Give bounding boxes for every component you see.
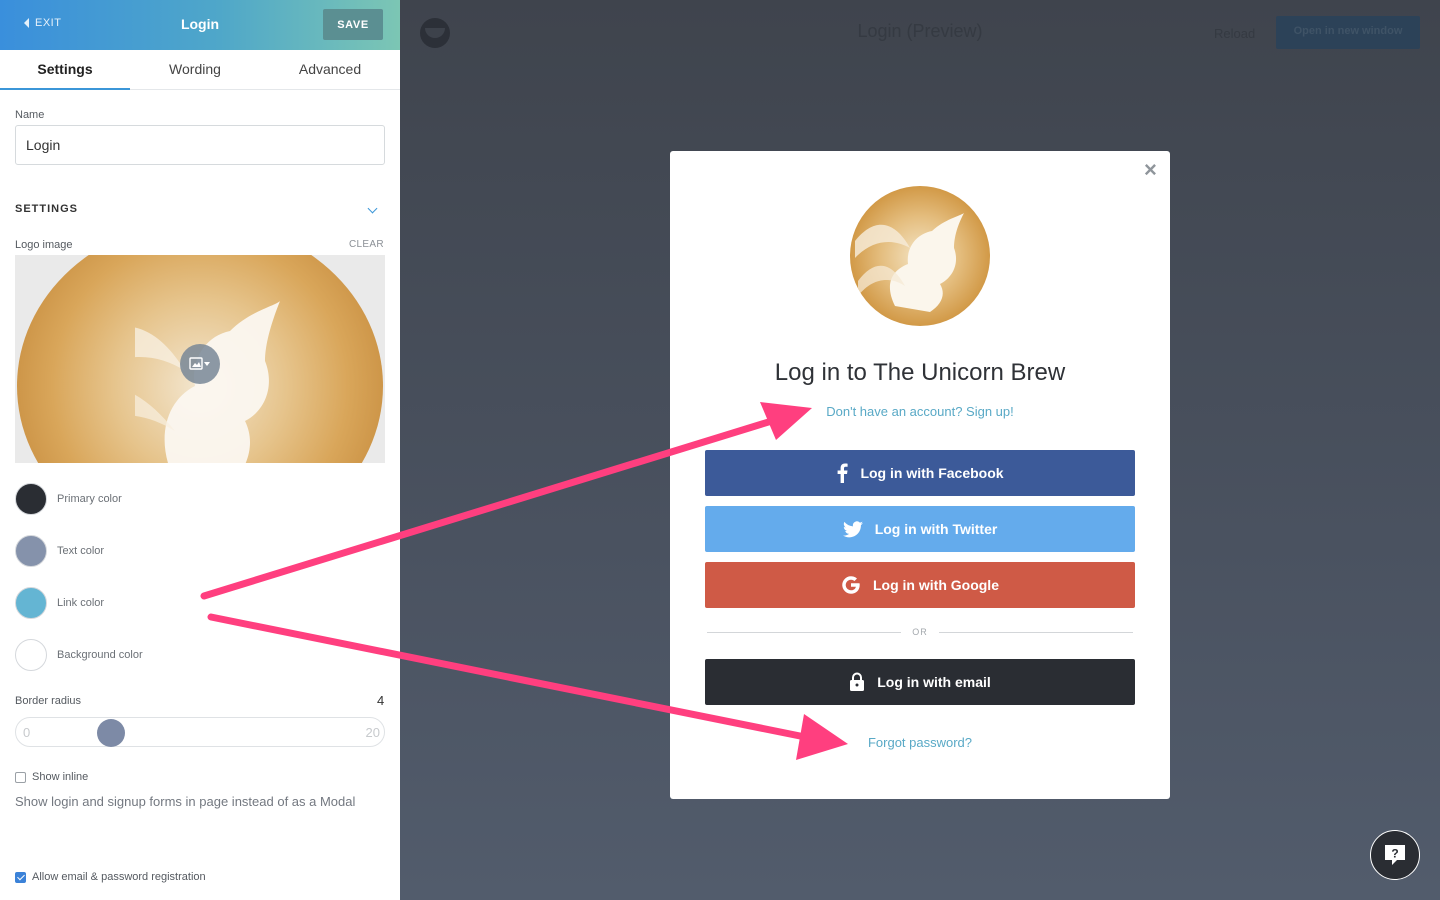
link-color-label: Link color xyxy=(57,597,105,609)
slider-min: 0 xyxy=(23,725,31,740)
image-picker-button[interactable] xyxy=(180,344,220,384)
chevron-down-icon[interactable] xyxy=(367,203,378,214)
text-color-swatch xyxy=(15,535,47,567)
google-login-button[interactable]: Log in with Google xyxy=(705,562,1135,608)
facebook-login-button[interactable]: Log in with Facebook xyxy=(705,450,1135,496)
border-radius-label: Border radius xyxy=(15,695,82,707)
name-input[interactable]: Login xyxy=(15,125,385,165)
image-icon xyxy=(189,357,210,370)
unicorn-latte-art xyxy=(855,213,964,312)
allow-email-option[interactable]: Allow email & password registration xyxy=(15,871,206,883)
twitter-icon xyxy=(842,520,863,537)
svg-text:?: ? xyxy=(1391,847,1398,861)
editor-topbar: EXIT Login SAVE xyxy=(0,0,400,50)
login-modal: × Log in to The Unicorn Brew Don't have … xyxy=(670,151,1170,799)
name-label: Name xyxy=(15,109,45,121)
facebook-login-label: Log in with Facebook xyxy=(860,465,1004,481)
email-login-button[interactable]: Log in with email xyxy=(705,659,1135,705)
background-color-label: Background color xyxy=(57,649,143,661)
show-inline-help: Show login and signup forms in page inst… xyxy=(15,794,356,809)
help-chat-button[interactable]: ? xyxy=(1370,830,1420,880)
close-icon[interactable]: × xyxy=(1144,157,1157,183)
background-color-swatch xyxy=(15,639,47,671)
open-new-window-button[interactable]: Open in new window xyxy=(1276,16,1420,49)
tab-advanced[interactable]: Advanced xyxy=(260,50,400,90)
help-chat-icon: ? xyxy=(1385,845,1405,865)
brand-logo xyxy=(850,186,990,326)
modal-heading: Log in to The Unicorn Brew xyxy=(774,359,1066,386)
preview-area: Login (Preview) Reload Open in new windo… xyxy=(400,0,1440,900)
google-login-label: Log in with Google xyxy=(873,577,999,593)
primary-color-picker[interactable]: Primary color xyxy=(15,483,122,515)
primary-color-swatch xyxy=(15,483,47,515)
or-divider: OR xyxy=(705,625,1135,639)
tab-wording[interactable]: Wording xyxy=(130,50,260,90)
signup-link[interactable]: Don't have an account? Sign up! xyxy=(670,404,1170,419)
link-color-picker[interactable]: Link color xyxy=(15,587,104,619)
editor-panel: EXIT Login SAVE Settings Wording Advance… xyxy=(0,0,400,900)
primary-color-label: Primary color xyxy=(57,493,122,505)
tab-settings[interactable]: Settings xyxy=(0,50,130,90)
email-login-label: Log in with email xyxy=(877,674,991,690)
or-label: OR xyxy=(912,627,928,637)
forgot-password-link[interactable]: Forgot password? xyxy=(670,735,1170,750)
text-color-picker[interactable]: Text color xyxy=(15,535,104,567)
show-inline-checkbox[interactable] xyxy=(15,771,26,783)
clear-logo-link[interactable]: CLEAR xyxy=(349,239,384,250)
show-inline-label: Show inline xyxy=(32,771,89,783)
google-icon xyxy=(842,576,860,594)
allow-email-label: Allow email & password registration xyxy=(32,871,206,883)
border-radius-slider[interactable]: 0 20 xyxy=(15,717,385,747)
show-inline-option[interactable]: Show inline xyxy=(15,771,88,783)
border-radius-value: 4 xyxy=(377,693,385,708)
link-color-swatch xyxy=(15,587,47,619)
text-color-label: Text color xyxy=(57,545,105,557)
slider-max: 20 xyxy=(365,725,380,740)
twitter-login-label: Log in with Twitter xyxy=(874,521,998,537)
logo-image-label: Logo image xyxy=(15,239,73,251)
save-button[interactable]: SAVE xyxy=(323,9,383,40)
reload-button[interactable]: Reload xyxy=(1214,26,1255,41)
settings-section-title: SETTINGS xyxy=(15,203,79,215)
logo-image-upload[interactable] xyxy=(15,255,385,463)
allow-email-checkbox[interactable] xyxy=(15,871,26,883)
facebook-icon xyxy=(838,463,849,483)
editor-tabs: Settings Wording Advanced xyxy=(0,50,400,90)
background-color-picker[interactable]: Background color xyxy=(15,639,143,671)
lock-icon xyxy=(850,672,865,691)
slider-handle[interactable] xyxy=(97,719,125,747)
twitter-login-button[interactable]: Log in with Twitter xyxy=(705,506,1135,552)
